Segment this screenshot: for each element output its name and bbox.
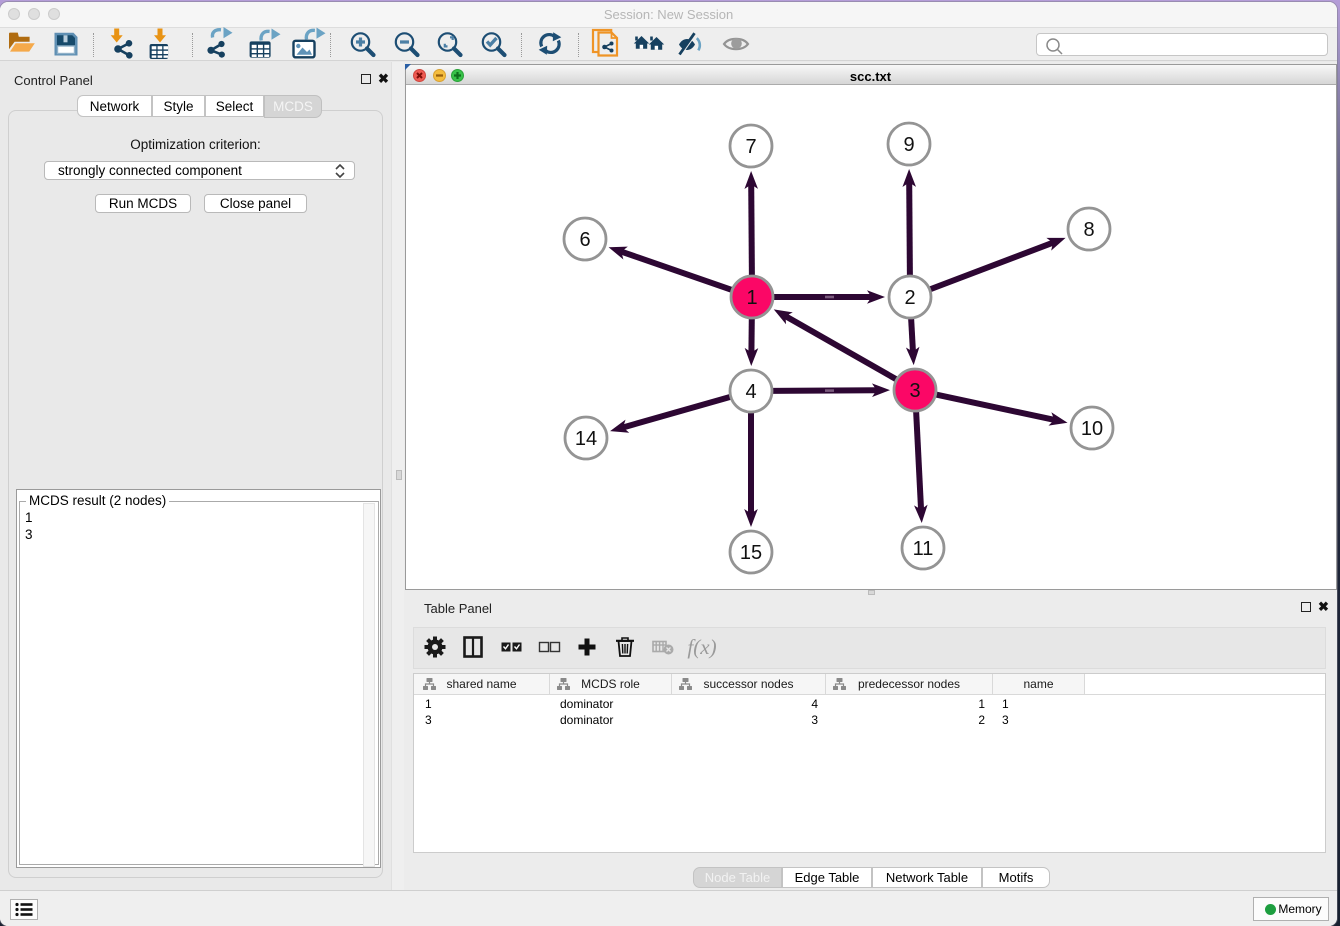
svg-text:2: 2 <box>904 287 915 309</box>
svg-text:11: 11 <box>912 538 933 560</box>
svg-text:7: 7 <box>745 136 756 158</box>
svg-text:6: 6 <box>579 229 590 251</box>
svg-text:1: 1 <box>746 287 757 309</box>
svg-text:f(x): f(x) <box>687 635 716 659</box>
svg-text:15: 15 <box>739 542 761 564</box>
svg-text:9: 9 <box>903 134 914 156</box>
svg-text:3: 3 <box>909 380 920 402</box>
svg-text:14: 14 <box>574 428 596 450</box>
svg-text:8: 8 <box>1083 219 1094 241</box>
svg-text:10: 10 <box>1080 418 1102 440</box>
svg-text:4: 4 <box>745 381 756 403</box>
